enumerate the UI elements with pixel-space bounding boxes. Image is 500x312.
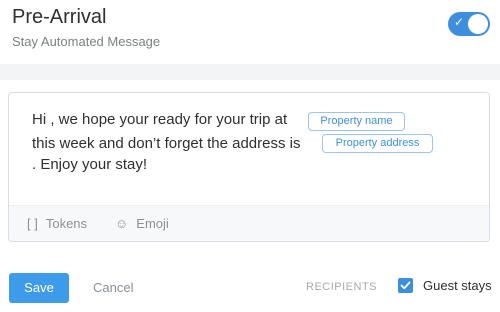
guest-stays-label: Guest stays (423, 278, 492, 293)
smiley-icon: ☺ (115, 216, 129, 231)
cancel-button[interactable]: Cancel (93, 280, 133, 295)
emoji-button[interactable]: ☺ Emoji (115, 216, 169, 231)
header: Pre-Arrival Stay Automated Message ✓ (0, 0, 500, 64)
check-icon: ✓ (454, 15, 465, 29)
page-title: Pre-Arrival (12, 6, 107, 28)
message-text-line: . Enjoy your stay! (32, 156, 148, 173)
token-chip-property-name[interactable]: Property name (308, 112, 405, 131)
emoji-label: Emoji (136, 216, 169, 231)
composer-toolbar: [ ] Tokens ☺ Emoji (9, 205, 489, 241)
message-composer[interactable]: Hi , we hope your ready for your trip at… (8, 92, 490, 242)
tokens-label: Tokens (45, 216, 88, 231)
message-text-line: Hi , we hope your ready for your trip at (32, 111, 288, 128)
guest-stays-checkbox[interactable] (398, 278, 413, 293)
checkmark-icon (400, 281, 411, 290)
automation-toggle[interactable]: ✓ (448, 12, 490, 36)
recipients-label: RECIPIENTS (306, 281, 378, 293)
divider-band (0, 64, 500, 80)
toggle-knob (468, 14, 488, 34)
page-subtitle: Stay Automated Message (12, 34, 161, 49)
token-chip-property-address[interactable]: Property address (322, 134, 433, 153)
message-text-line: this week and don’t forget the address i… (32, 135, 301, 152)
tokens-button[interactable]: [ ] Tokens (27, 216, 87, 231)
save-button[interactable]: Save (9, 273, 69, 303)
brackets-icon: [ ] (27, 216, 38, 231)
